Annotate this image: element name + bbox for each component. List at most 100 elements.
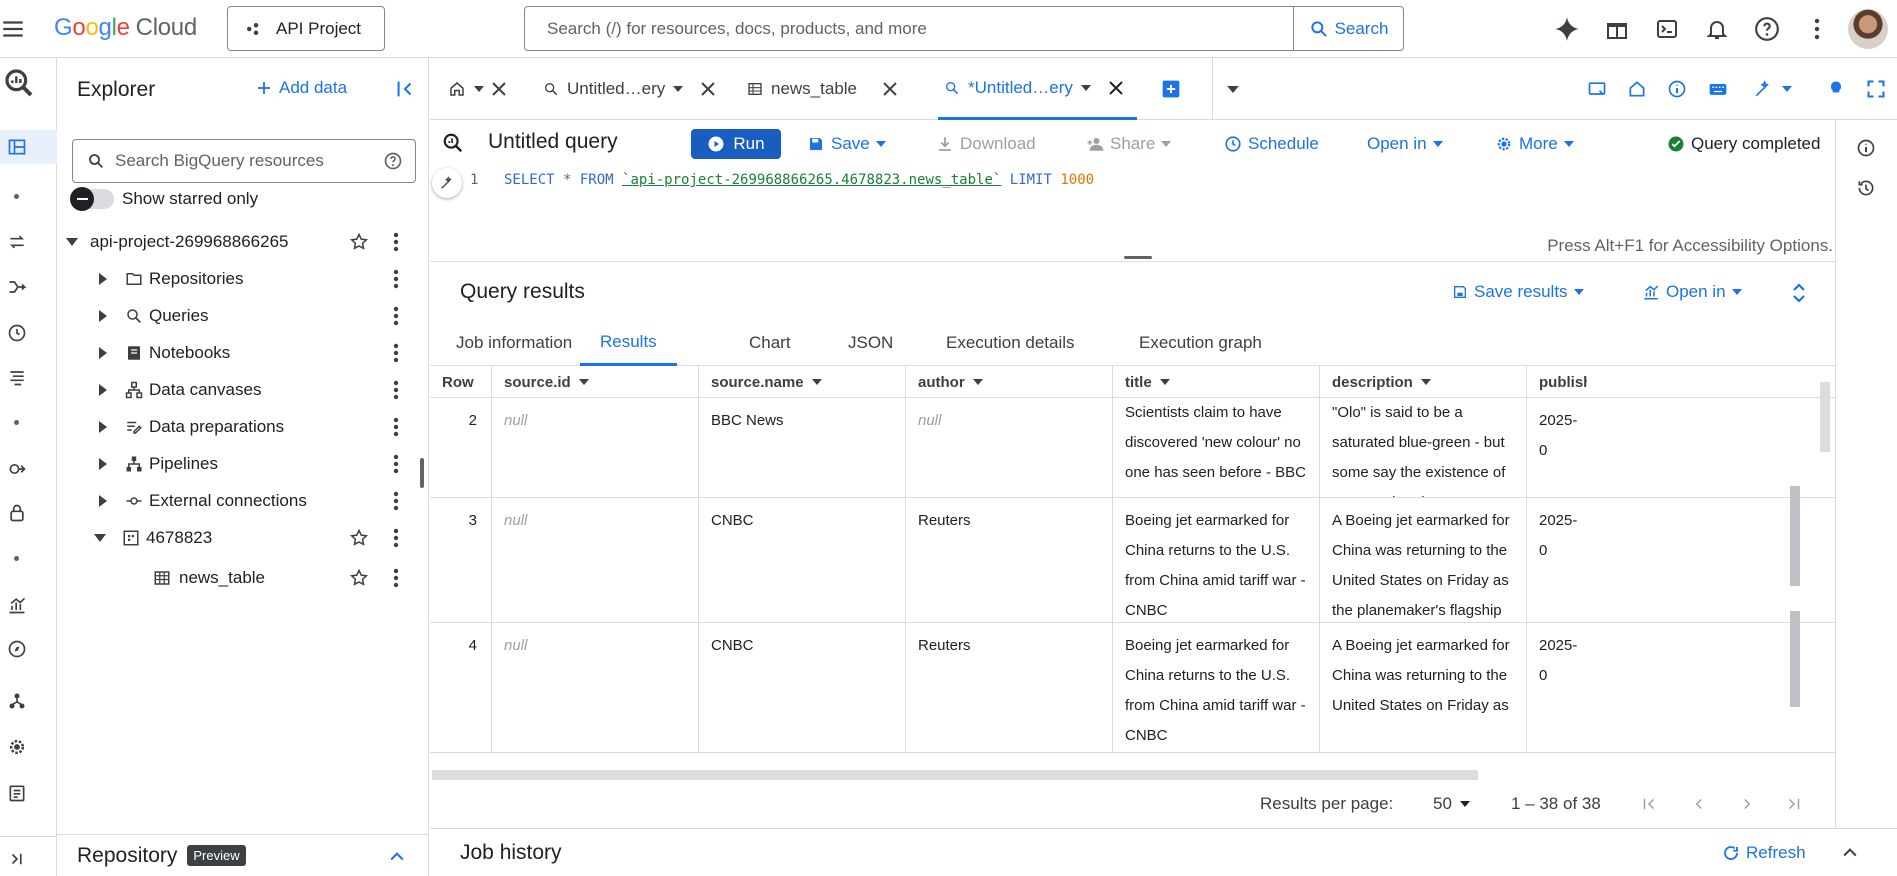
expand-results-icon[interactable] bbox=[1791, 282, 1807, 304]
tree-dataset-node[interactable]: 4678823 bbox=[57, 520, 429, 556]
tree-item-data-canvases[interactable]: Data canvases bbox=[57, 372, 429, 408]
google-cloud-logo[interactable]: Google Cloud bbox=[54, 14, 197, 42]
tree-item-notebooks[interactable]: Notebooks bbox=[57, 335, 429, 371]
cloud-shell-icon[interactable] bbox=[1653, 15, 1681, 43]
previous-page-icon[interactable] bbox=[1690, 795, 1708, 813]
pipelines-nav-icon[interactable] bbox=[4, 274, 30, 300]
new-query-tab-button[interactable] bbox=[1161, 58, 1181, 120]
home-outline-icon[interactable] bbox=[1627, 58, 1647, 120]
tab-untitled-query-active[interactable]: *Untitled…ery bbox=[938, 58, 1137, 120]
caret-right-icon[interactable] bbox=[93, 309, 113, 323]
magic-wand-menu-icon[interactable] bbox=[1752, 58, 1792, 120]
project-picker-button[interactable]: API Project bbox=[227, 6, 385, 51]
table-vertical-scrollbar[interactable] bbox=[1820, 382, 1830, 452]
global-search-input[interactable]: Search (/) for resources, docs, products… bbox=[524, 6, 1404, 51]
star-icon[interactable] bbox=[349, 232, 369, 252]
saved-queries-icon[interactable] bbox=[4, 364, 30, 390]
column-header-publish[interactable]: publish bbox=[1527, 366, 1587, 398]
collapse-panel-icon[interactable] bbox=[394, 78, 416, 100]
share-button[interactable]: Share bbox=[1086, 134, 1172, 154]
schedule-button[interactable]: Schedule bbox=[1224, 134, 1319, 154]
lightbulb-icon[interactable] bbox=[1826, 58, 1846, 120]
tab-overflow-menu[interactable] bbox=[1212, 58, 1239, 120]
tab-json[interactable]: JSON bbox=[848, 320, 893, 366]
job-history-panel[interactable]: Job history Refresh bbox=[430, 828, 1897, 876]
more-vert-icon[interactable] bbox=[393, 343, 399, 363]
more-vert-icon[interactable] bbox=[393, 380, 399, 400]
caret-right-icon[interactable] bbox=[93, 383, 113, 397]
table-horizontal-scrollbar[interactable] bbox=[432, 770, 1478, 780]
screen-share-icon[interactable] bbox=[1587, 58, 1607, 120]
tab-job-information[interactable]: Job information bbox=[456, 320, 572, 366]
caret-right-icon[interactable] bbox=[93, 457, 113, 471]
column-header-title[interactable]: title bbox=[1113, 366, 1320, 398]
more-vert-icon[interactable] bbox=[393, 269, 399, 289]
settings-gear-icon[interactable] bbox=[4, 734, 30, 760]
refresh-button[interactable]: Refresh bbox=[1722, 843, 1806, 863]
close-icon[interactable] bbox=[492, 82, 506, 96]
caret-down-icon[interactable] bbox=[62, 237, 82, 247]
results-open-in-button[interactable]: Open in bbox=[1642, 282, 1742, 302]
tab-chart[interactable]: Chart bbox=[749, 320, 791, 366]
info-outline-icon[interactable] bbox=[1856, 138, 1876, 158]
tree-table-node[interactable]: news_table bbox=[57, 560, 429, 596]
gemini-sparkle-icon[interactable] bbox=[1553, 15, 1581, 43]
column-header-author[interactable]: author bbox=[906, 366, 1113, 398]
explorer-scrollbar[interactable] bbox=[420, 458, 424, 488]
expand-rail-icon[interactable] bbox=[4, 846, 30, 872]
gift-icon[interactable] bbox=[1603, 15, 1631, 43]
home-tab[interactable] bbox=[448, 58, 506, 120]
caret-right-icon[interactable] bbox=[93, 420, 113, 434]
more-vert-icon[interactable] bbox=[1803, 15, 1831, 43]
tab-news-table[interactable]: news_table bbox=[747, 58, 897, 120]
more-vert-icon[interactable] bbox=[393, 454, 399, 474]
close-icon[interactable] bbox=[701, 82, 715, 96]
main-menu-icon[interactable] bbox=[0, 16, 26, 42]
column-header-source-name[interactable]: source.name bbox=[699, 366, 906, 398]
next-page-icon[interactable] bbox=[1738, 795, 1756, 813]
results-per-page-select[interactable]: 50 bbox=[1433, 794, 1470, 814]
sql-editor[interactable]: 1 SELECT * FROM `api-project-269968866265… bbox=[430, 166, 1835, 262]
caret-right-icon[interactable] bbox=[93, 346, 113, 360]
more-button[interactable]: More bbox=[1495, 134, 1574, 154]
tree-item-data-preparations[interactable]: Data preparations bbox=[57, 409, 429, 445]
open-in-button[interactable]: Open in bbox=[1367, 134, 1443, 154]
more-vert-icon[interactable] bbox=[393, 528, 399, 548]
editor-resize-handle[interactable] bbox=[1124, 256, 1152, 259]
more-vert-icon[interactable] bbox=[393, 417, 399, 437]
column-header-description[interactable]: description bbox=[1320, 366, 1527, 398]
data-transfers-icon[interactable] bbox=[4, 229, 30, 255]
tab-execution-details[interactable]: Execution details bbox=[946, 320, 1075, 366]
column-header-source-id[interactable]: source.id bbox=[492, 366, 699, 398]
info-icon[interactable] bbox=[1667, 58, 1687, 120]
caret-right-icon[interactable] bbox=[93, 272, 113, 286]
tree-item-queries[interactable]: Queries bbox=[57, 298, 429, 334]
run-button[interactable]: Run bbox=[691, 129, 781, 159]
dataform-graph-icon[interactable] bbox=[4, 688, 30, 714]
save-button[interactable]: Save bbox=[807, 134, 886, 154]
tab-untitled-query-1[interactable]: Untitled…ery bbox=[543, 58, 715, 120]
more-vert-icon[interactable] bbox=[393, 568, 399, 588]
tree-item-pipelines[interactable]: Pipelines bbox=[57, 446, 429, 482]
explorer-search-input[interactable]: Search BigQuery resources bbox=[72, 139, 416, 183]
star-icon[interactable] bbox=[349, 528, 369, 548]
tree-project-node[interactable]: api-project-269968866265 bbox=[57, 224, 429, 260]
policy-lock-icon[interactable] bbox=[4, 500, 30, 526]
star-icon[interactable] bbox=[349, 568, 369, 588]
more-vert-icon[interactable] bbox=[393, 232, 399, 252]
explore-compass-icon[interactable] bbox=[4, 636, 30, 662]
help-icon[interactable] bbox=[383, 151, 403, 171]
search-button[interactable]: Search bbox=[1293, 7, 1403, 50]
account-avatar[interactable] bbox=[1848, 9, 1888, 49]
repository-panel-header[interactable]: Repository Preview bbox=[57, 834, 428, 876]
help-icon[interactable] bbox=[1753, 15, 1781, 43]
column-header-row[interactable]: Row bbox=[430, 366, 492, 398]
notifications-bell-icon[interactable] bbox=[1703, 15, 1731, 43]
save-results-button[interactable]: Save results bbox=[1452, 282, 1584, 302]
chevron-up-icon[interactable] bbox=[387, 847, 407, 867]
caret-right-icon[interactable] bbox=[93, 494, 113, 508]
add-data-button[interactable]: Add data bbox=[255, 78, 347, 98]
caret-down-icon[interactable] bbox=[90, 533, 110, 543]
show-starred-toggle[interactable] bbox=[70, 187, 114, 211]
tab-execution-graph[interactable]: Execution graph bbox=[1139, 320, 1262, 366]
